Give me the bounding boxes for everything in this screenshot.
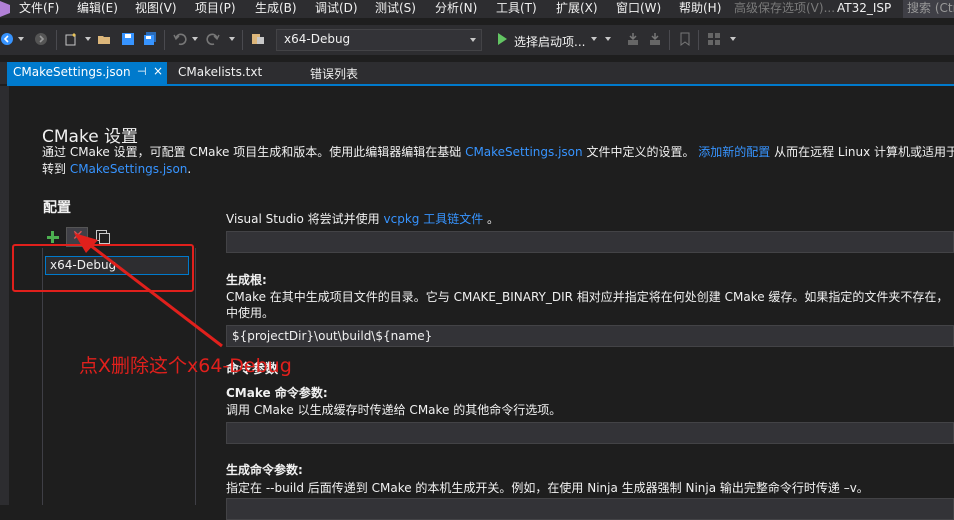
copy-icon [99,233,110,244]
build-root-label: 生成根: [226,273,267,287]
toolbar-separator [56,30,57,50]
build-root-value: ${projectDir}\out\build\${name} [232,329,433,343]
search-box[interactable]: 搜索 (Ctrl+Q) [903,0,954,18]
build-args-label: 生成命令参数: [226,463,303,477]
vcpkg-toolchain-link[interactable]: vcpkg 工具链文件 [384,212,484,226]
visual-studio-logo-icon[interactable] [0,1,10,17]
toolbar-separator [698,30,699,50]
tab-label: CMakeSettings.json [13,65,131,79]
start-dropdown-icon[interactable] [591,37,597,41]
redo-icon[interactable] [206,32,220,46]
pin-icon[interactable]: ⊣ [137,65,147,78]
step-over-icon[interactable] [648,32,662,46]
menu-advanced-save[interactable]: 高级保存选项(V)... [734,1,835,16]
page-description-line-1: 通过 CMake 设置，可配置 CMake 项目生成和版本。使用此编辑器编辑在基… [42,145,954,160]
desc-text: 转到 [42,162,70,176]
search-placeholder: 搜索 (Ctrl+Q) [907,1,954,15]
page-description-line-2: 转到 CMakeSettings.json. [42,162,191,177]
menu-analyze[interactable]: 分析(N) [435,1,477,16]
back-icon[interactable] [0,32,14,46]
close-icon: ✕ [72,228,84,244]
desc-text: . [187,162,192,176]
vcpkg-text: Visual Studio 将尝试并使用 [226,212,384,226]
forward-icon[interactable] [34,32,48,46]
configuration-dropdown[interactable]: x64-Debug [276,29,482,51]
new-project-icon[interactable] [64,32,78,46]
open-folder-icon[interactable] [97,32,111,46]
step-into-icon[interactable] [626,32,640,46]
redo-dropdown-icon[interactable] [229,37,235,41]
menu-window[interactable]: 窗口(W) [616,1,661,16]
save-icon[interactable] [121,32,135,46]
toolbar-separator [164,30,165,50]
build-args-description: 指定在 --build 后面传递到 CMake 的本机生成开关。例如，在使用 N… [226,481,869,495]
menu-edit[interactable]: 编辑(E) [77,1,118,16]
menu-view[interactable]: 视图(V) [135,1,177,16]
tab-cmakelists-txt[interactable]: CMakelists.txt [178,65,262,79]
start-item-button[interactable]: 选择启动项... [514,33,585,50]
menu-tools[interactable]: 工具(T) [496,1,537,16]
layout-icon[interactable] [707,32,721,46]
vcpkg-text: 。 [483,212,500,226]
tab-error-list[interactable]: 错误列表 [310,65,358,82]
chevron-down-icon [470,38,476,42]
menu-bar: 文件(F) 编辑(E) 视图(V) 项目(P) 生成(B) 调试(D) 测试(S… [0,0,954,18]
build-root-input[interactable]: ${projectDir}\out\build\${name} [226,325,954,347]
toolbar-separator [242,30,243,50]
standard-toolbar: x64-Debug 选择启动项... [0,25,954,55]
play-icon[interactable] [498,33,507,45]
goto-cmakesettings-json-link[interactable]: CMakeSettings.json [70,162,188,176]
menu-build[interactable]: 生成(B) [255,1,297,16]
cmake-args-description: 调用 CMake 以生成缓存时传递给 CMake 的其他命令行选项。 [226,403,562,417]
build-root-description: CMake 在其中生成项目文件的目录。它与 CMAKE_BINARY_DIR 相… [226,290,949,304]
annotation-text: 点X删除这个x64-Debug [79,355,292,377]
project-name: AT32_ISP [837,1,892,15]
undo-dropdown-icon[interactable] [192,37,198,41]
save-all-icon[interactable] [143,32,157,46]
vcpkg-notice: Visual Studio 将尝试并使用 vcpkg 工具链文件 。 [226,212,499,227]
toolbar-separator [669,30,670,50]
left-tool-gutter [0,86,9,505]
menu-file[interactable]: 文件(F) [19,1,59,16]
cmakesettings-json-link[interactable]: CMakeSettings.json [465,145,583,159]
bookmark-icon[interactable] [678,32,692,46]
back-dropdown-icon[interactable] [18,37,24,41]
start-options-dropdown-icon[interactable] [605,37,611,41]
menu-extensions[interactable]: 扩展(X) [556,1,598,16]
desc-text: 文件中定义的设置。 [582,145,699,159]
page-title: CMake 设置 [42,127,139,147]
cmake-args-label: CMake 命令参数: [226,386,328,400]
add-new-configuration-link[interactable]: 添加新的配置 [698,145,770,159]
desc-text: 通过 CMake 设置，可配置 CMake 项目生成和版本。使用此编辑器编辑在基… [42,145,466,159]
undo-icon[interactable] [173,32,187,46]
cmake-args-input[interactable] [226,422,954,444]
vcpkg-input[interactable] [226,231,954,253]
solution-configuration-icon[interactable] [251,32,265,46]
build-root-description-2: 中使用。 [226,306,275,320]
menu-debug[interactable]: 调试(D) [315,1,358,16]
configurations-heading: 配置 [43,200,71,216]
menu-project[interactable]: 项目(P) [195,1,236,16]
configuration-value: x64-Debug [284,32,351,46]
build-args-input[interactable] [226,498,954,520]
annotation-highlight-box [12,244,194,292]
tab-cmakesettings-json[interactable]: CMakeSettings.json ⊣ × [7,62,167,84]
desc-text: 从而在远程 Linux 计算机或适用于 [770,145,954,159]
close-icon[interactable]: × [153,64,163,78]
menu-test[interactable]: 测试(S) [375,1,416,16]
menu-help[interactable]: 帮助(H) [679,1,721,16]
new-dropdown-icon[interactable] [85,37,91,41]
toolbar-overflow-icon[interactable] [730,37,736,41]
